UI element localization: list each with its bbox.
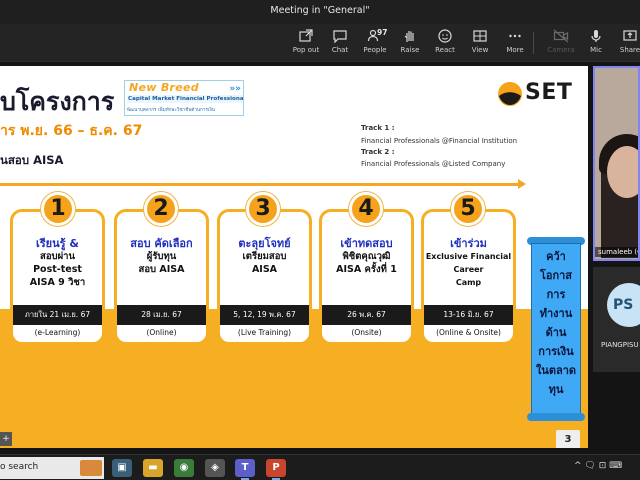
career-scroll-banner: คว้า โอกาส การ ทำงาน ด้าน การเงิน ในตลาด… — [527, 237, 585, 421]
step-5-mode: (Online & Onsite) — [436, 328, 501, 337]
track1-label: Track 1 : — [361, 124, 395, 132]
set-logo: SET — [497, 80, 579, 108]
step-5-date: 13-16 มิ.ย. 67 — [424, 305, 513, 325]
grid-view-icon — [473, 30, 487, 42]
share-label: Share — [619, 46, 640, 54]
window-title: Meeting in "General" — [270, 5, 370, 16]
step-1-mode: (e-Learning) — [34, 328, 81, 337]
meeting-toolbar: Pop out Chat 97 People Raise React View … — [0, 24, 640, 62]
step-4-mode: (Onsite) — [351, 328, 382, 337]
set-logo-text: SET — [525, 80, 573, 105]
share-button[interactable]: Share — [610, 28, 640, 60]
step-1-date: ภายใน 21 เม.ย. 67 — [13, 305, 102, 325]
react-button[interactable]: React — [425, 28, 465, 60]
search-highlight-icon — [80, 460, 102, 476]
teams-meeting-window: Meeting in "General" Pop out Chat 97 Peo… — [0, 0, 640, 480]
search-text: o search — [0, 462, 39, 472]
track1-value: Financial Professionals @Financial Insti… — [361, 137, 518, 145]
chat-icon — [333, 30, 347, 44]
app-icon[interactable]: ◈ — [205, 459, 225, 477]
raise-hand-icon — [404, 31, 414, 42]
track2-label: Track 2 : — [361, 148, 395, 156]
step-3-mode: (Live Training) — [237, 328, 292, 337]
track2-value: Financial Professionals @Listed Company — [361, 160, 506, 168]
view-button[interactable]: View — [460, 28, 500, 60]
scroll-bottom-roll — [527, 413, 585, 421]
raise-label: Raise — [400, 46, 420, 54]
people-button[interactable]: 97 People — [355, 28, 395, 60]
step-card-2: สอบ คัดเลือก ผู้รับทุน สอบ AISA 28 เม.ย.… — [114, 209, 209, 345]
taskbar-search-box[interactable]: o search — [0, 457, 104, 479]
chrome-icon[interactable]: ◉ — [174, 459, 194, 477]
scroll-text: คว้า โอกาส การ ทำงาน ด้าน การเงิน ในตลาด… — [535, 250, 577, 396]
avatar-participant-name: PIANGPISU — [601, 341, 639, 349]
file-explorer-icon[interactable]: ▬ — [143, 459, 163, 477]
new-breed-logo: New Breed »» Capital Market Financial Pr… — [124, 80, 244, 116]
slide-subtitle: นสอบ AISA — [0, 153, 64, 167]
step-3-date: 5, 12, 19 พ.ค. 67 — [220, 305, 309, 325]
camera-button[interactable]: Camera — [541, 28, 581, 60]
participant-face — [607, 146, 638, 198]
slide-page-number: 3 — [556, 430, 580, 448]
react-label: React — [435, 46, 455, 54]
powerpoint-icon[interactable]: P — [266, 459, 286, 480]
step-3-number-badge: 3 — [246, 192, 280, 226]
new-breed-tagline: พัฒนาบุคลากร เพิ่มทักษะวิชาชีพด้านการเงิ… — [127, 108, 215, 113]
avatar: PS — [607, 283, 640, 327]
expand-plus-button[interactable]: + — [0, 432, 12, 446]
mic-icon — [591, 30, 601, 42]
task-view-icon[interactable]: ▣ — [112, 459, 132, 477]
ellipsis-icon — [509, 34, 521, 38]
popout-icon — [299, 29, 313, 42]
share-screen-icon — [623, 30, 637, 41]
step-4-date: 26 พ.ค. 67 — [322, 305, 411, 325]
participant-name: sumaleeb (G — [595, 247, 638, 257]
timeline-arrow — [0, 183, 520, 186]
title-bar: Meeting in "General" — [0, 0, 640, 24]
slide-period: าร พ.ย. 66 – ธ.ค. 67 — [0, 123, 143, 139]
step-2-number-badge: 2 — [144, 192, 178, 226]
set-emblem-icon — [498, 82, 522, 106]
step-card-1: เรียนรู้ & สอบผ่าน Post-test AISA 9 วิชา… — [10, 209, 105, 345]
chat-button[interactable]: Chat — [320, 28, 360, 60]
shared-slide: บโครงการ าร พ.ย. 66 – ธ.ค. 67 นสอบ AISA … — [0, 66, 588, 448]
new-breed-subtitle: Capital Market Financial Professionals — [127, 95, 244, 103]
step-5-body: Exclusive Financial Career Camp — [425, 252, 512, 287]
chat-label: Chat — [331, 46, 349, 54]
camera-label: Camera — [547, 46, 575, 54]
step-4-body: พิชิตคุณวุฒิ AISA ครั้งที่ 1 — [336, 251, 397, 275]
system-tray[interactable]: ^ 🗨 ⊡ ⌨ — [574, 461, 622, 471]
participant-video-tile[interactable]: sumaleeb (G — [593, 66, 640, 261]
step-4-number-badge: 4 — [349, 192, 383, 226]
step-card-5: เข้าร่วม Exclusive Financial Career Camp… — [421, 209, 516, 345]
timeline-arrowhead — [518, 179, 526, 189]
step-2-mode: (Online) — [146, 328, 177, 337]
toolbar-divider — [533, 32, 534, 54]
step-3-body: เตรียมสอบ AISA — [242, 251, 287, 275]
windows-taskbar: o search ▣ ▬ ◉ ◈ T P ^ 🗨 ⊡ ⌨ — [0, 454, 640, 480]
step-2-body: ผู้รับทุน สอบ AISA — [138, 251, 185, 275]
people-count-badge: 97 — [377, 28, 388, 37]
smiley-icon — [438, 29, 452, 43]
step-1-number-badge: 1 — [41, 192, 75, 226]
more-button[interactable]: More — [495, 28, 535, 60]
teams-icon[interactable]: T — [235, 459, 255, 480]
chevrons-icon: »» — [229, 84, 241, 94]
raise-hand-button[interactable]: Raise — [390, 28, 430, 60]
step-1-body: สอบผ่าน Post-test AISA 9 วิชา — [29, 251, 86, 288]
step-2-date: 28 เม.ย. 67 — [117, 305, 206, 325]
step-card-4: เข้าทดสอบ พิชิตคุณวุฒิ AISA ครั้งที่ 1 2… — [319, 209, 414, 345]
view-label: View — [471, 46, 489, 54]
meeting-stage: บโครงการ าร พ.ย. 66 – ธ.ค. 67 นสอบ AISA … — [0, 62, 640, 454]
slide-title: บโครงการ — [0, 87, 115, 116]
camera-off-icon — [553, 29, 569, 43]
people-label: People — [363, 46, 387, 54]
step-card-3: ตะลุยโจทย์ เตรียมสอบ AISA 5, 12, 19 พ.ค.… — [217, 209, 312, 345]
step-5-number-badge: 5 — [451, 192, 485, 226]
more-label: More — [506, 46, 524, 54]
participant-avatar-tile[interactable]: PS PIANGPISU — [593, 267, 640, 372]
new-breed-title: New Breed — [129, 81, 199, 94]
